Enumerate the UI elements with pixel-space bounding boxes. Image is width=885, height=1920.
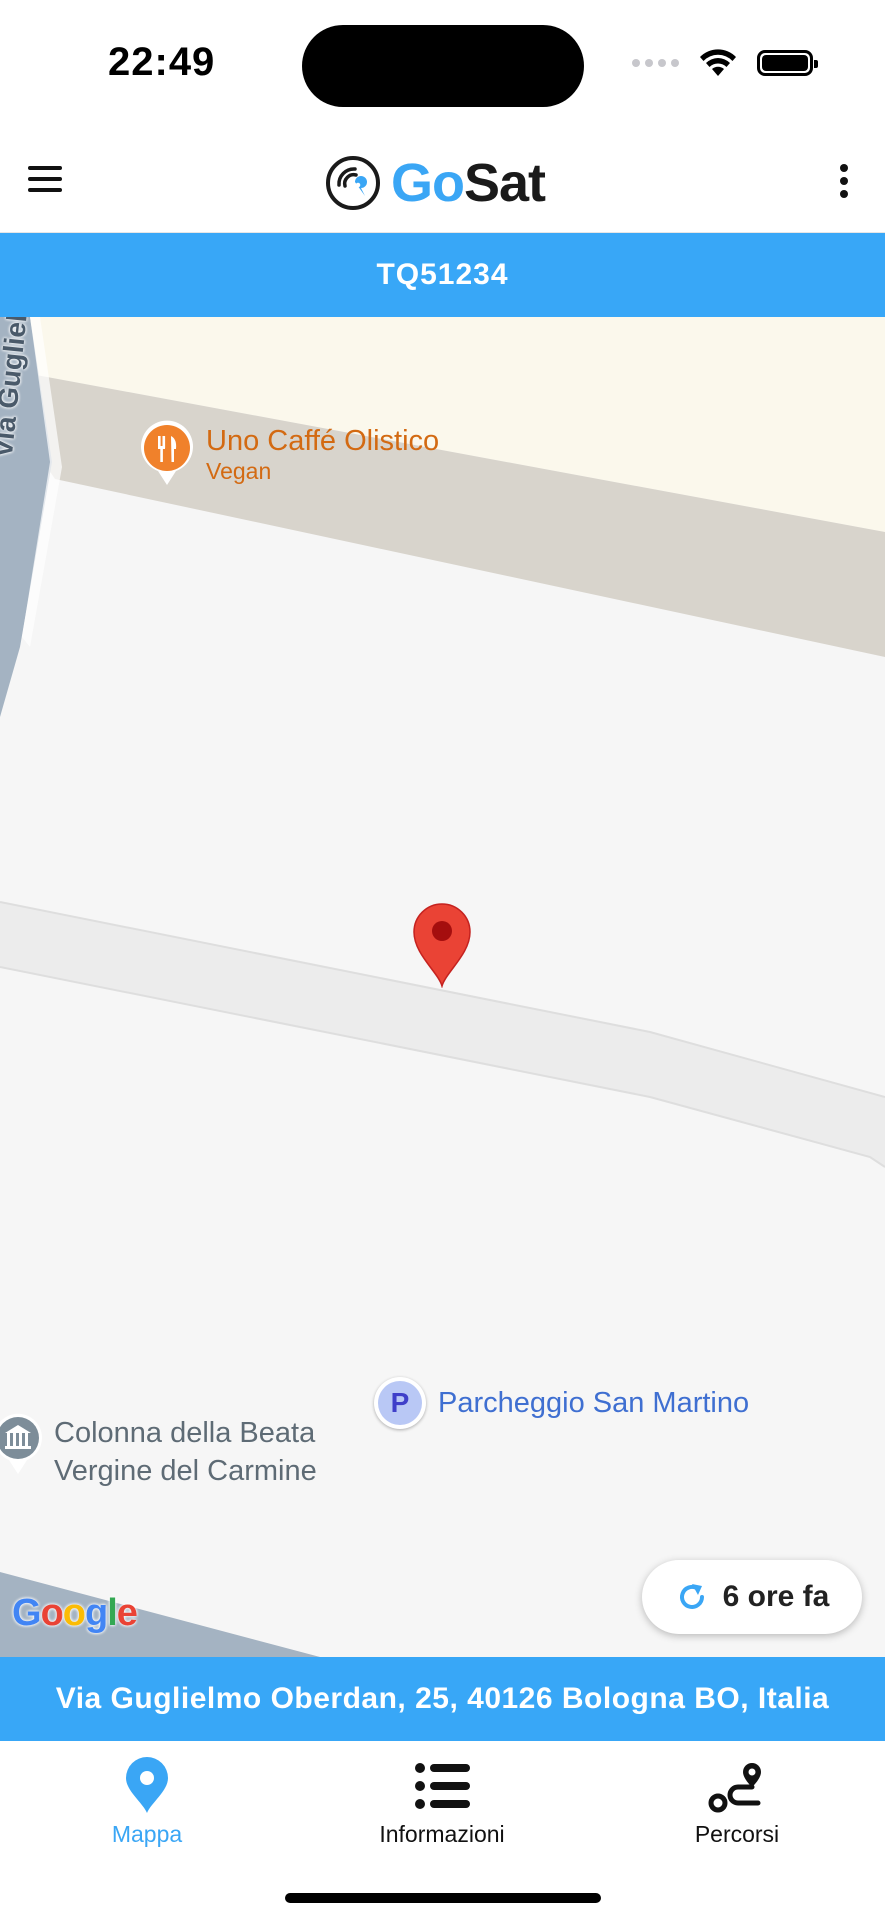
parking-icon: P xyxy=(374,1377,426,1429)
menu-icon[interactable] xyxy=(28,166,62,196)
status-icons xyxy=(632,48,818,78)
restaurant-icon xyxy=(141,420,193,485)
gosat-logo: GoSat xyxy=(325,152,546,214)
google-attribution: Google xyxy=(12,1592,138,1634)
more-options-icon[interactable] xyxy=(839,164,849,198)
poi-monument[interactable]: Colonna della Beata Vergine del Carmine xyxy=(0,1412,317,1490)
list-icon xyxy=(415,1763,470,1809)
dynamic-island xyxy=(302,25,584,107)
logo-sat: Sat xyxy=(464,153,546,213)
status-time: 22:49 xyxy=(108,40,216,84)
app-header: GoSat xyxy=(0,130,885,233)
app-screen: 22:49 GoSat TQ51234 Via Guglielmo Uno Ca… xyxy=(0,0,885,1920)
tab-informazioni-label: Informazioni xyxy=(379,1821,505,1847)
vehicle-location-marker[interactable] xyxy=(410,902,474,988)
wifi-icon xyxy=(700,49,736,76)
tab-percorsi[interactable]: Percorsi xyxy=(637,1757,837,1848)
address-bar: Via Guglielmo Oberdan, 25, 40126 Bologna… xyxy=(0,1657,885,1741)
poi-cafe[interactable]: Uno Caffé Olistico Vegan xyxy=(138,419,439,487)
parking-badge: P xyxy=(378,1381,422,1425)
monument-icon xyxy=(0,1413,42,1474)
map-pin-icon xyxy=(126,1757,168,1813)
refresh-button[interactable]: 6 ore fa xyxy=(642,1560,862,1634)
home-indicator xyxy=(285,1893,601,1903)
tab-percorsi-label: Percorsi xyxy=(694,1821,780,1847)
poi-parking-name: Parcheggio San Martino xyxy=(438,1386,750,1419)
tab-informazioni[interactable]: Informazioni xyxy=(342,1757,542,1848)
poi-monument-line1: Colonna della Beata xyxy=(54,1417,316,1449)
tab-mappa-label: Mappa xyxy=(111,1821,183,1847)
status-bar: 22:49 xyxy=(0,0,885,130)
logo-go: Go xyxy=(391,153,465,213)
logo-wordmark: GoSat xyxy=(391,152,546,214)
route-icon xyxy=(708,1763,761,1813)
poi-cafe-name: Uno Caffé Olistico xyxy=(206,425,440,457)
battery-icon xyxy=(757,50,818,76)
poi-monument-line2: Vergine del Carmine xyxy=(54,1455,317,1487)
refresh-icon xyxy=(679,1584,704,1609)
vehicle-plate-bar: TQ51234 xyxy=(0,233,885,317)
last-update-text: 6 ore fa xyxy=(722,1580,830,1613)
poi-cafe-subtitle: Vegan xyxy=(206,458,272,484)
poi-parking[interactable]: P Parcheggio San Martino xyxy=(374,1377,749,1429)
tab-mappa[interactable]: Mappa xyxy=(47,1757,247,1848)
cellular-signal-icon xyxy=(632,59,679,67)
map-view[interactable]: Via Guglielmo Uno Caffé Olistico Vegan P… xyxy=(0,317,885,1657)
satellite-logo-icon xyxy=(326,156,380,210)
